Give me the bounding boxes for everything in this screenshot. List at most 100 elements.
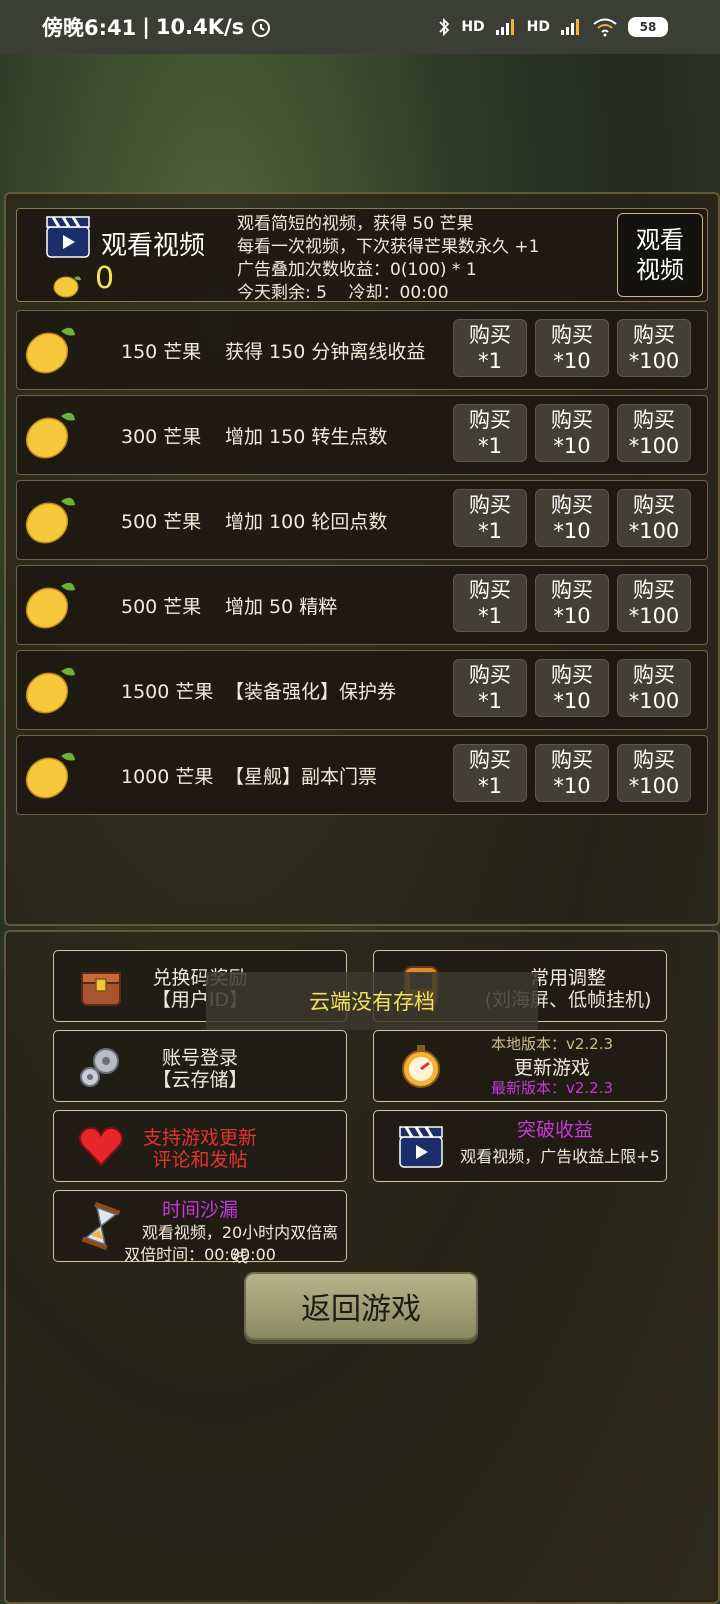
buy-label: 购买 bbox=[469, 408, 511, 432]
buy-label: 购买 bbox=[469, 323, 511, 347]
battery-indicator: 58 bbox=[628, 17, 668, 37]
break-income-title: 突破收益 bbox=[516, 1119, 593, 1141]
buy-label: 购买 bbox=[551, 663, 593, 687]
hd-label-2: HD bbox=[526, 19, 550, 35]
buy-qty: *100 bbox=[628, 434, 680, 458]
buy-label: 购买 bbox=[551, 578, 593, 602]
buy-label: 购买 bbox=[633, 323, 675, 347]
buy-label: 购买 bbox=[469, 748, 511, 772]
buy-100-button[interactable]: 购买 *100 bbox=[617, 659, 691, 717]
status-bar: 傍晚6:41 | 10.4K/s HD HD 58 bbox=[0, 0, 720, 54]
local-version: 本地版本：v2.2.3 bbox=[490, 1035, 614, 1053]
alarm-icon bbox=[252, 19, 271, 37]
watch-video-button[interactable]: 观看 视频 bbox=[617, 213, 703, 297]
shop-row: 1500 芒果 【装备强化】保护券 购买 *1 购买 *10 购买 *100 bbox=[16, 650, 708, 730]
break-income-button[interactable]: 突破收益 观看视频，广告收益上限+5 bbox=[373, 1110, 667, 1182]
buy-label: 购买 bbox=[633, 408, 675, 432]
buy-qty: *10 bbox=[553, 434, 591, 458]
buy-label: 购买 bbox=[633, 663, 675, 687]
buy-100-button[interactable]: 购买 *100 bbox=[617, 404, 691, 462]
buy-1-button[interactable]: 购买 *1 bbox=[453, 489, 527, 547]
buy-label: 购买 bbox=[633, 493, 675, 517]
mango-icon bbox=[53, 276, 81, 298]
latest-version: 最新版本：v2.2.3 bbox=[490, 1079, 614, 1097]
buy-qty: *10 bbox=[553, 604, 591, 628]
buy-10-button[interactable]: 购买 *10 bbox=[535, 319, 609, 377]
time-hourglass-button[interactable]: 时间沙漏 观看视频，20小时内双倍离线 双倍时间：00:00:00 bbox=[53, 1190, 347, 1266]
buy-qty: *10 bbox=[553, 519, 591, 543]
update-game-button[interactable]: 本地版本：v2.2.3 更新游戏 最新版本：v2.2.3 bbox=[373, 1030, 667, 1102]
video-desc-line: 观看简短的视频，获得 50 芒果 bbox=[237, 214, 474, 234]
buy-1-button[interactable]: 购买 *1 bbox=[453, 659, 527, 717]
buy-10-button[interactable]: 购买 *10 bbox=[535, 744, 609, 802]
mango-shop-panel: 观看视频 0 观看简短的视频，获得 50 芒果 每看一次视频，下次获得芒果数永久… bbox=[4, 192, 720, 926]
watch-video-button-line2: 视频 bbox=[636, 256, 684, 284]
buy-label: 购买 bbox=[469, 663, 511, 687]
buy-label: 购买 bbox=[469, 493, 511, 517]
buy-qty: *1 bbox=[478, 774, 502, 798]
clapperboard-icon bbox=[46, 216, 90, 258]
buy-100-button[interactable]: 购买 *100 bbox=[617, 574, 691, 632]
shop-description: 【星舰】副本门票 bbox=[225, 766, 378, 788]
buy-1-button[interactable]: 购买 *1 bbox=[453, 744, 527, 802]
buy-10-button[interactable]: 购买 *10 bbox=[535, 489, 609, 547]
mango-icon bbox=[25, 327, 75, 374]
buy-qty: *10 bbox=[553, 349, 591, 373]
watch-video-title: 观看视频 bbox=[101, 231, 206, 261]
buy-100-button[interactable]: 购买 *100 bbox=[617, 489, 691, 547]
buy-label: 购买 bbox=[551, 323, 593, 347]
shop-description: 获得 150 分钟离线收益 bbox=[225, 341, 426, 363]
hd-label-1: HD bbox=[461, 19, 485, 35]
signal-icon-1 bbox=[495, 19, 514, 35]
shop-price: 500 芒果 bbox=[121, 596, 202, 618]
mango-count: 0 bbox=[95, 261, 115, 296]
buy-100-button[interactable]: 购买 *100 bbox=[617, 744, 691, 802]
login-subtitle: 【云存储】 bbox=[152, 1069, 248, 1091]
buy-100-button[interactable]: 购买 *100 bbox=[617, 319, 691, 377]
buy-qty: *100 bbox=[628, 689, 680, 713]
watch-video-button-line1: 观看 bbox=[636, 226, 684, 254]
shop-price: 1000 芒果 bbox=[121, 766, 214, 788]
shop-row: 1000 芒果 【星舰】副本门票 购买 *1 购买 *10 购买 *100 bbox=[16, 735, 708, 815]
buy-1-button[interactable]: 购买 *1 bbox=[453, 404, 527, 462]
buy-10-button[interactable]: 购买 *10 bbox=[535, 404, 609, 462]
hourglass-title: 时间沙漏 bbox=[161, 1199, 238, 1221]
video-description: 观看简短的视频，获得 50 芒果 每看一次视频，下次获得芒果数永久 +1 广告叠… bbox=[237, 213, 539, 305]
buy-qty: *100 bbox=[628, 349, 680, 373]
buy-qty: *1 bbox=[478, 349, 502, 373]
buy-1-button[interactable]: 购买 *1 bbox=[453, 319, 527, 377]
buy-10-button[interactable]: 购买 *10 bbox=[535, 574, 609, 632]
break-income-desc: 观看视频，广告收益上限+5 bbox=[460, 1147, 660, 1166]
shop-price: 1500 芒果 bbox=[121, 681, 214, 703]
support-game-button[interactable]: 支持游戏更新 评论和发帖 bbox=[53, 1110, 347, 1182]
buy-qty: *1 bbox=[478, 519, 502, 543]
buy-1-button[interactable]: 购买 *1 bbox=[453, 574, 527, 632]
buy-qty: *100 bbox=[628, 519, 680, 543]
shop-row: 150 芒果 获得 150 分钟离线收益 购买 *1 购买 *10 购买 *100 bbox=[16, 310, 708, 390]
mango-icon bbox=[25, 667, 75, 714]
shop-price: 500 芒果 bbox=[121, 511, 202, 533]
buy-label: 购买 bbox=[551, 408, 593, 432]
buy-qty: *100 bbox=[628, 774, 680, 798]
back-to-game-button[interactable]: 返回游戏 bbox=[244, 1272, 478, 1340]
toast-message: 云端没有存档 bbox=[206, 972, 538, 1030]
buy-10-button[interactable]: 购买 *10 bbox=[535, 659, 609, 717]
video-desc-line: 今天剩余: 5 冷却：00:00 bbox=[237, 283, 449, 303]
update-title: 更新游戏 bbox=[513, 1057, 590, 1079]
signal-icon-2 bbox=[561, 19, 579, 35]
buy-qty: *1 bbox=[478, 434, 502, 458]
status-divider: | bbox=[142, 15, 150, 39]
shop-row: 500 芒果 增加 100 轮回点数 购买 *1 购买 *10 购买 *100 bbox=[16, 480, 708, 560]
buy-label: 购买 bbox=[633, 578, 675, 602]
shop-description: 增加 150 转生点数 bbox=[225, 426, 388, 448]
buy-label: 购买 bbox=[633, 748, 675, 772]
buy-qty: *1 bbox=[478, 689, 502, 713]
shop-description: 【装备强化】保护券 bbox=[225, 681, 397, 703]
status-net-speed: 10.4K/s bbox=[155, 15, 245, 39]
buy-label: 购买 bbox=[469, 578, 511, 602]
shop-description: 增加 100 轮回点数 bbox=[225, 511, 388, 533]
account-login-button[interactable]: 账号登录 【云存储】 bbox=[53, 1030, 347, 1102]
watch-video-row: 观看视频 0 观看简短的视频，获得 50 芒果 每看一次视频，下次获得芒果数永久… bbox=[16, 208, 708, 305]
mango-icon bbox=[25, 412, 75, 459]
buy-label: 购买 bbox=[551, 748, 593, 772]
